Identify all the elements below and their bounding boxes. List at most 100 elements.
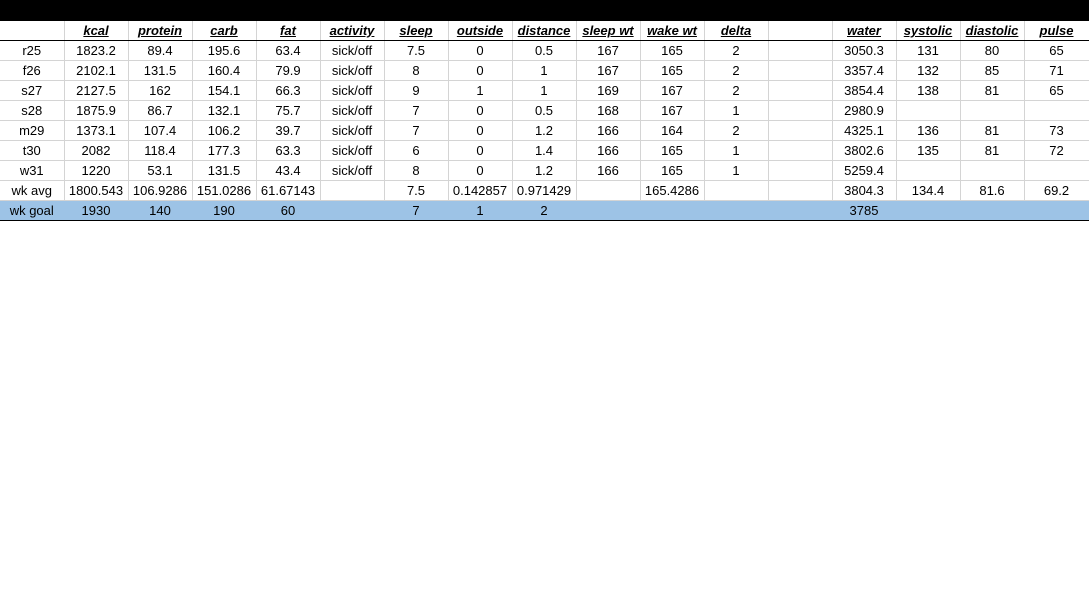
column-header[interactable]: pulse: [1024, 21, 1089, 41]
table-cell[interactable]: sick/off: [320, 80, 385, 101]
table-cell[interactable]: 7: [384, 200, 449, 221]
table-cell[interactable]: [960, 160, 1025, 181]
table-cell[interactable]: 0.5: [512, 100, 577, 121]
table-cell[interactable]: [704, 180, 769, 201]
table-cell[interactable]: 167: [640, 100, 705, 121]
table-cell[interactable]: 71: [1024, 60, 1089, 81]
row-label-cell[interactable]: w31: [0, 160, 65, 181]
table-cell[interactable]: 2: [512, 200, 577, 221]
column-header[interactable]: sleep wt: [576, 21, 641, 41]
table-cell[interactable]: 1: [704, 140, 769, 161]
row-label-cell[interactable]: s27: [0, 80, 65, 101]
table-cell[interactable]: 131.5: [192, 160, 257, 181]
table-cell[interactable]: 69.2: [1024, 180, 1089, 201]
table-cell[interactable]: sick/off: [320, 100, 385, 121]
table-cell[interactable]: 1.4: [512, 140, 577, 161]
table-cell[interactable]: 81.6: [960, 180, 1025, 201]
table-cell[interactable]: 160.4: [192, 60, 257, 81]
table-cell[interactable]: 2: [704, 120, 769, 141]
table-cell[interactable]: 8: [384, 60, 449, 81]
row-label-cell[interactable]: wk avg: [0, 180, 65, 201]
table-cell[interactable]: [768, 140, 833, 161]
table-cell[interactable]: 107.4: [128, 120, 193, 141]
row-label-cell[interactable]: s28: [0, 100, 65, 121]
table-cell[interactable]: 1373.1: [64, 120, 129, 141]
table-cell[interactable]: 1800.543: [64, 180, 129, 201]
column-header[interactable]: wake wt: [640, 21, 705, 41]
table-cell[interactable]: sick/off: [320, 40, 385, 61]
table-cell[interactable]: 1823.2: [64, 40, 129, 61]
table-cell[interactable]: [320, 200, 385, 221]
table-cell[interactable]: 75.7: [256, 100, 321, 121]
table-cell[interactable]: 3804.3: [832, 180, 897, 201]
table-cell[interactable]: [768, 120, 833, 141]
table-cell[interactable]: [768, 160, 833, 181]
column-header[interactable]: diastolic: [960, 21, 1025, 41]
column-header[interactable]: sleep: [384, 21, 449, 41]
table-cell[interactable]: 2082: [64, 140, 129, 161]
table-cell[interactable]: [768, 40, 833, 61]
table-cell[interactable]: 1: [704, 160, 769, 181]
table-cell[interactable]: 0.971429: [512, 180, 577, 201]
table-cell[interactable]: [960, 200, 1025, 221]
table-cell[interactable]: [768, 200, 833, 221]
table-cell[interactable]: 1220: [64, 160, 129, 181]
row-label-cell[interactable]: wk goal: [0, 200, 65, 221]
table-cell[interactable]: 1: [448, 200, 513, 221]
table-cell[interactable]: 73: [1024, 120, 1089, 141]
table-cell[interactable]: 0: [448, 160, 513, 181]
table-cell[interactable]: 168: [576, 100, 641, 121]
row-label-cell[interactable]: f26: [0, 60, 65, 81]
table-cell[interactable]: 79.9: [256, 60, 321, 81]
table-cell[interactable]: 3854.4: [832, 80, 897, 101]
column-header[interactable]: activity: [320, 21, 385, 41]
table-cell[interactable]: 165.4286: [640, 180, 705, 201]
table-cell[interactable]: 106.9286: [128, 180, 193, 201]
table-cell[interactable]: [768, 80, 833, 101]
table-cell[interactable]: 2: [704, 80, 769, 101]
table-cell[interactable]: 190: [192, 200, 257, 221]
table-cell[interactable]: 0.5: [512, 40, 577, 61]
table-cell[interactable]: [768, 100, 833, 121]
table-cell[interactable]: 1: [512, 80, 577, 101]
table-cell[interactable]: 162: [128, 80, 193, 101]
table-cell[interactable]: 7: [384, 120, 449, 141]
table-cell[interactable]: 2127.5: [64, 80, 129, 101]
table-cell[interactable]: 7.5: [384, 40, 449, 61]
table-cell[interactable]: 131.5: [128, 60, 193, 81]
column-header[interactable]: water: [832, 21, 897, 41]
table-cell[interactable]: 39.7: [256, 120, 321, 141]
table-cell[interactable]: 165: [640, 40, 705, 61]
table-cell[interactable]: 3802.6: [832, 140, 897, 161]
table-cell[interactable]: 0: [448, 100, 513, 121]
row-label-cell[interactable]: m29: [0, 120, 65, 141]
table-cell[interactable]: 3785: [832, 200, 897, 221]
table-cell[interactable]: 6: [384, 140, 449, 161]
table-cell[interactable]: [576, 180, 641, 201]
column-header[interactable]: carb: [192, 21, 257, 41]
table-cell[interactable]: [704, 200, 769, 221]
table-cell[interactable]: [896, 100, 961, 121]
column-header[interactable]: [768, 21, 833, 41]
table-cell[interactable]: 167: [576, 60, 641, 81]
table-cell[interactable]: [768, 60, 833, 81]
table-cell[interactable]: [896, 200, 961, 221]
table-cell[interactable]: 131: [896, 40, 961, 61]
table-cell[interactable]: 134.4: [896, 180, 961, 201]
table-cell[interactable]: [576, 200, 641, 221]
row-label-cell[interactable]: t30: [0, 140, 65, 161]
table-cell[interactable]: 5259.4: [832, 160, 897, 181]
table-cell[interactable]: 138: [896, 80, 961, 101]
table-cell[interactable]: 1930: [64, 200, 129, 221]
table-cell[interactable]: 2: [704, 40, 769, 61]
table-cell[interactable]: [320, 180, 385, 201]
table-cell[interactable]: 1875.9: [64, 100, 129, 121]
table-cell[interactable]: 165: [640, 140, 705, 161]
table-cell[interactable]: 3357.4: [832, 60, 897, 81]
table-cell[interactable]: 2980.9: [832, 100, 897, 121]
table-cell[interactable]: 66.3: [256, 80, 321, 101]
table-cell[interactable]: 106.2: [192, 120, 257, 141]
table-cell[interactable]: 43.4: [256, 160, 321, 181]
column-header[interactable]: protein: [128, 21, 193, 41]
table-cell[interactable]: 167: [576, 40, 641, 61]
